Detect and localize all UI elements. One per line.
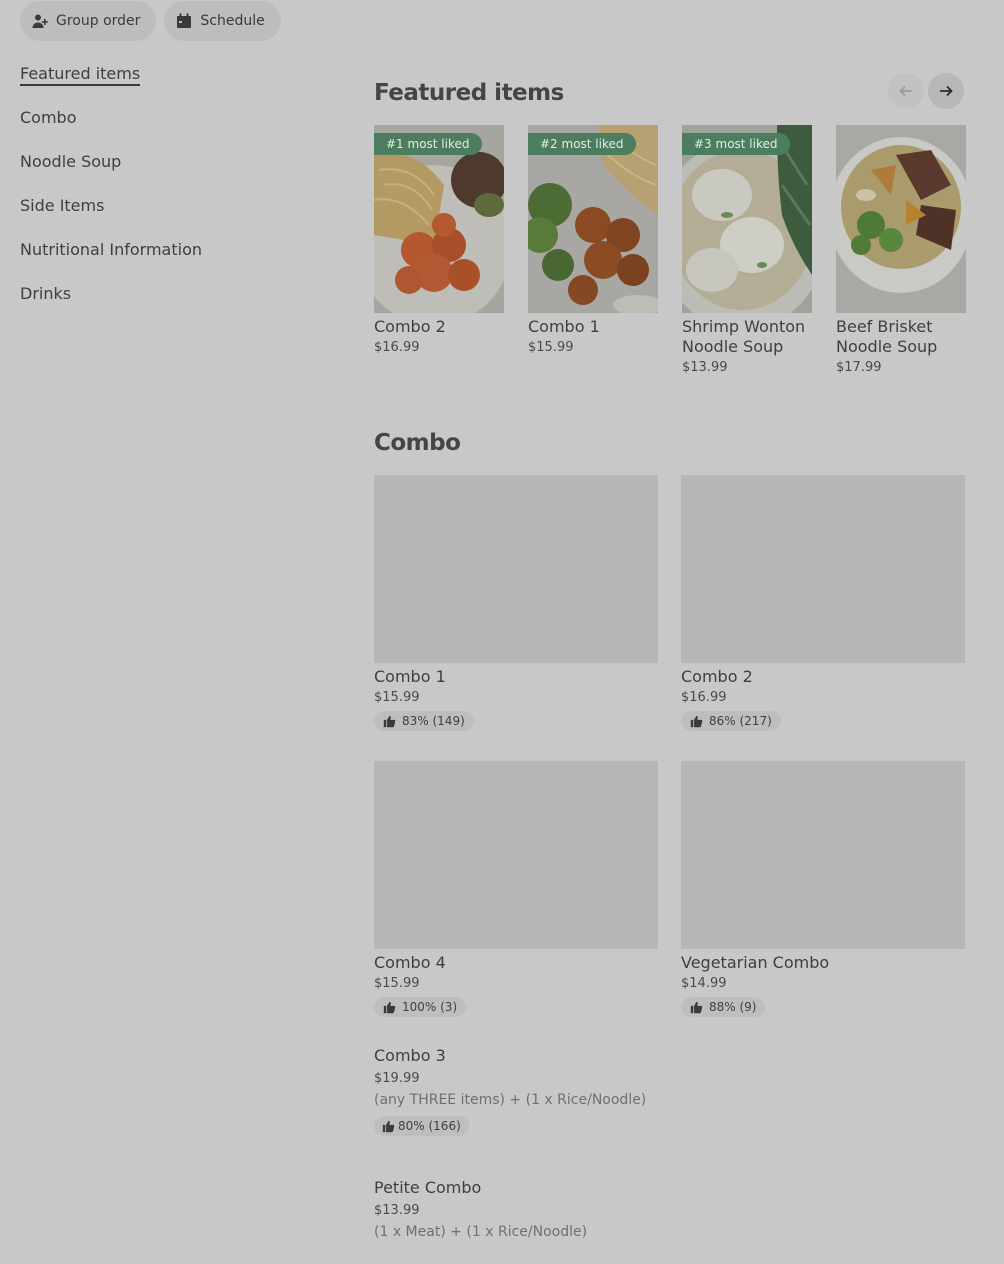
most-liked-badge: #2 most liked (528, 133, 636, 155)
image-placeholder (681, 761, 965, 949)
food-image: #3 most liked (682, 125, 812, 313)
menu-item-card[interactable]: Combo 1 $15.99 83% (149) (374, 475, 658, 732)
rating-text: 80% (166) (398, 1119, 461, 1133)
sidebar-item-side-items[interactable]: Side Items (20, 194, 260, 238)
carousel-prev-button[interactable] (888, 73, 924, 109)
item-price: $14.99 (681, 976, 727, 991)
carousel-nav (888, 73, 964, 109)
top-actions: Group order Schedule (20, 1, 281, 41)
sidebar-item-featured[interactable]: Featured items (20, 62, 260, 106)
featured-item-card[interactable]: #3 most liked Shrimp Wonton Noodle Soup … (682, 125, 812, 375)
item-name: Shrimp Wonton Noodle Soup (682, 317, 806, 356)
sidebar-item-noodle-soup[interactable]: Noodle Soup (20, 150, 260, 194)
featured-item-card[interactable]: Beef Brisket Noodle Soup $17.99 (836, 125, 966, 375)
sidebar-item-nutritional-information[interactable]: Nutritional Information (20, 238, 260, 282)
rating-text: 86% (217) (709, 714, 772, 728)
featured-carousel: #1 most liked Combo 2 $16.99 #2 most lik… (374, 125, 966, 375)
most-liked-badge: #1 most liked (374, 133, 482, 155)
item-name: Vegetarian Combo (681, 953, 830, 972)
item-name: Combo 3 (374, 1046, 446, 1065)
most-liked-badge: #3 most liked (682, 133, 790, 155)
item-price: $15.99 (374, 690, 420, 705)
item-name: Beef Brisket Noodle Soup (836, 317, 938, 356)
item-price: $17.99 (836, 360, 882, 375)
sidebar-item-label: Featured items (20, 64, 141, 86)
food-image: #2 most liked (528, 125, 658, 313)
menu-item-card[interactable]: Vegetarian Combo $14.99 88% (9) (681, 761, 965, 1018)
item-price: $15.99 (374, 976, 420, 991)
sidebar-item-label: Noodle Soup (20, 152, 122, 171)
category-sidebar: Featured items Combo Noodle Soup Side It… (20, 62, 260, 326)
item-name: Combo 1 (528, 317, 600, 336)
featured-section-title: Featured items (374, 80, 564, 106)
item-description: (1 x Meat) + (1 x Rice/Noodle) (374, 1224, 588, 1240)
arrow-right-icon (940, 85, 953, 97)
item-price: $19.99 (374, 1071, 420, 1086)
food-image: #1 most liked (374, 125, 504, 313)
rating-badge: 86% (217) (681, 711, 781, 731)
calendar-icon (177, 13, 192, 28)
schedule-button[interactable]: Schedule (164, 1, 281, 41)
rating-badge: 88% (9) (681, 997, 766, 1017)
rating-text: 83% (149) (402, 714, 465, 728)
sidebar-item-label: Combo (20, 108, 77, 127)
thumbs-up-icon (690, 715, 703, 727)
thumbs-up-icon (383, 1001, 396, 1013)
item-price: $13.99 (682, 360, 728, 375)
thumbs-up-icon (383, 715, 396, 727)
item-price: $15.99 (528, 340, 574, 355)
image-placeholder (374, 475, 658, 663)
carousel-next-button[interactable] (928, 73, 964, 109)
item-name: Combo 1 (374, 667, 446, 686)
item-description: (any THREE items) + (1 x Rice/Noodle) (374, 1092, 647, 1108)
featured-item-card[interactable]: #1 most liked Combo 2 $16.99 (374, 125, 504, 375)
sidebar-item-combo[interactable]: Combo (20, 106, 260, 150)
item-price: $13.99 (374, 1203, 420, 1218)
rating-text: 100% (3) (402, 1000, 458, 1014)
food-image (836, 125, 966, 313)
image-placeholder (681, 475, 965, 663)
soup-bowl-image (836, 125, 966, 313)
arrow-left-icon (899, 85, 912, 97)
rating-badge: 100% (3) (374, 997, 467, 1017)
group-order-button[interactable]: Group order (20, 1, 157, 41)
sidebar-item-drinks[interactable]: Drinks (20, 282, 260, 326)
menu-item-card[interactable]: Combo 4 $15.99 100% (3) (374, 761, 658, 1018)
sidebar-item-label: Side Items (20, 196, 105, 215)
add-person-icon (32, 14, 48, 28)
item-name: Combo 2 (681, 667, 753, 686)
schedule-label: Schedule (200, 13, 265, 29)
rating-badge: 83% (149) (374, 711, 474, 731)
menu-item-card[interactable]: Combo 2 $16.99 86% (217) (681, 475, 965, 732)
item-name: Combo 4 (374, 953, 446, 972)
thumbs-up-icon (690, 1001, 703, 1013)
item-name: Combo 2 (374, 317, 446, 336)
sidebar-item-label: Nutritional Information (20, 240, 203, 259)
group-order-label: Group order (56, 13, 141, 29)
image-placeholder (374, 761, 658, 949)
rating-text: 88% (9) (709, 1000, 757, 1014)
thumbs-up-icon (382, 1120, 395, 1132)
combo-section-title: Combo (374, 430, 461, 456)
item-name: Petite Combo (374, 1178, 482, 1197)
menu-list-item[interactable]: Petite Combo $13.99 (1 x Meat) + (1 x Ri… (374, 1178, 964, 1240)
rating-badge: 80% (166) (374, 1116, 469, 1136)
item-price: $16.99 (374, 340, 420, 355)
featured-item-card[interactable]: #2 most liked Combo 1 $15.99 (528, 125, 658, 375)
menu-list-item[interactable]: Combo 3 $19.99 (any THREE items) + (1 x … (374, 1046, 964, 1137)
item-price: $16.99 (681, 690, 727, 705)
sidebar-item-label: Drinks (20, 284, 72, 303)
